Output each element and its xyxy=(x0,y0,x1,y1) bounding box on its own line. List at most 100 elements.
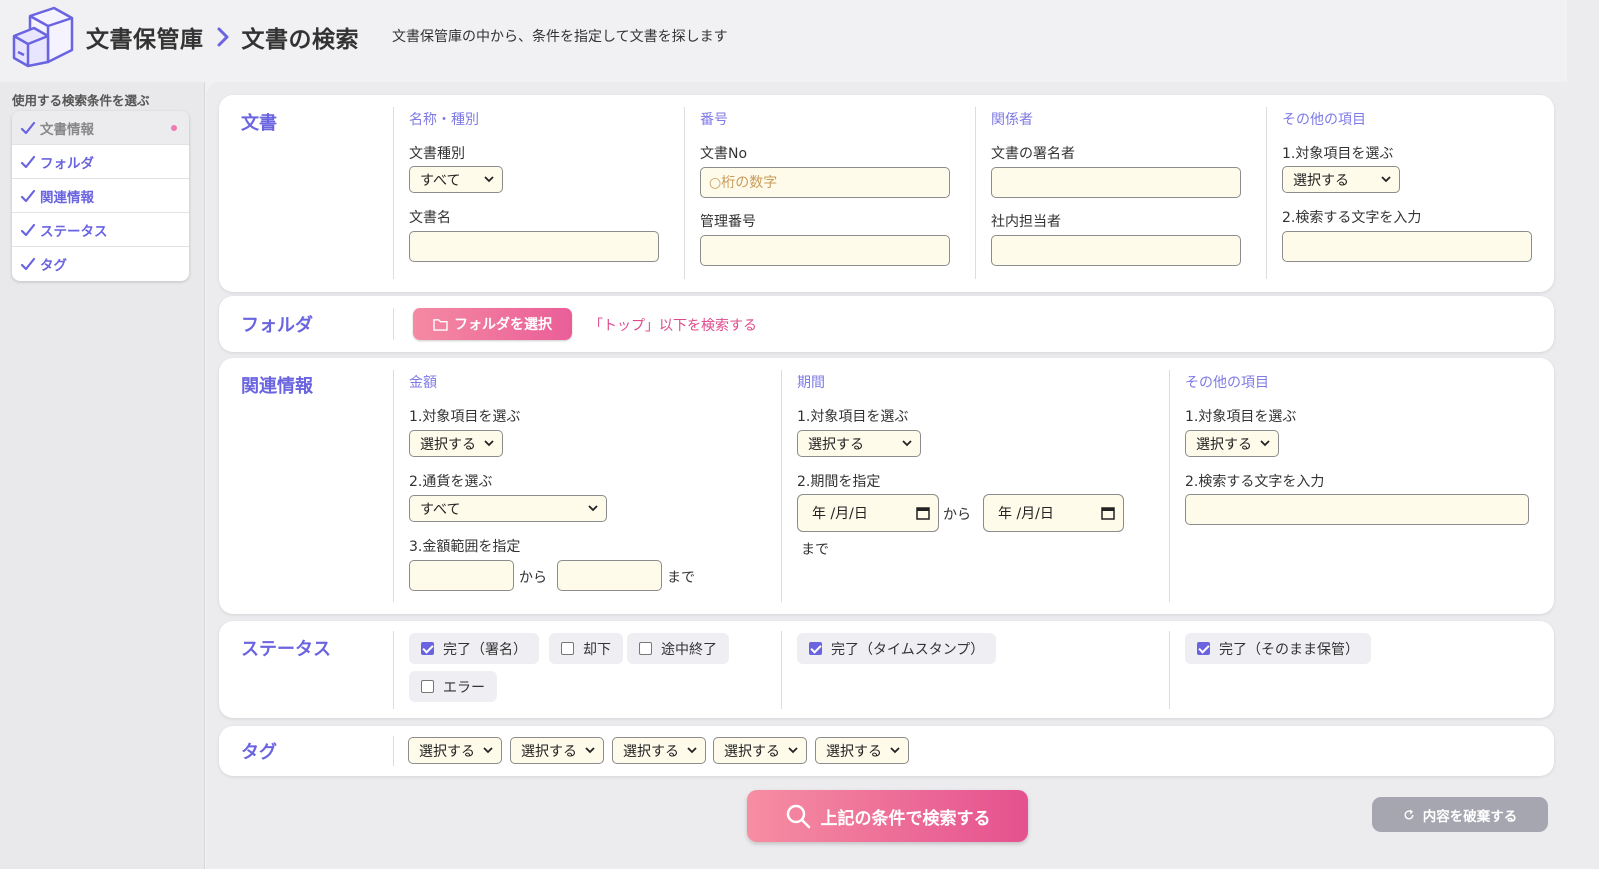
checkbox-icon xyxy=(421,680,434,693)
amount-to-input[interactable] xyxy=(557,560,662,591)
mgmt-number-input[interactable] xyxy=(700,235,950,266)
amount-column: 金額 1.対象項目を選ぶ 選択する 2.通貨を選ぶ すべて 3.金額範囲を指定 … xyxy=(393,370,781,602)
page-title: 文書の検索 xyxy=(241,27,359,53)
search-icon xyxy=(786,804,810,829)
period-column: 期間 1.対象項目を選ぶ 選択する 2.期間を指定 年 /月/日 から 年 /月… xyxy=(781,370,1170,602)
signer-label: 文書の署名者 xyxy=(991,146,1075,162)
sidebar-list: 文書情報 フォルダ 関連情報 ステータス タグ xyxy=(12,111,189,281)
search-form-area: 文書 名称・種別 文書種別 すべて 文書名 番号 文書No 管理番号 関係者 文… xyxy=(206,82,1599,869)
column-title: 期間 xyxy=(797,375,825,391)
status-column-2: 完了（タイムスタンプ） xyxy=(781,631,1170,709)
sidebar-item-label: フォルダ xyxy=(40,155,94,172)
sidebar-item-folder[interactable]: フォルダ xyxy=(12,145,189,179)
section-title: 関連情報 xyxy=(241,376,313,397)
doc-other-text-input[interactable] xyxy=(1282,231,1532,262)
staff-input[interactable] xyxy=(991,235,1241,266)
checkbox-icon xyxy=(561,642,574,655)
step2-label: 2.検索する文字を入力 xyxy=(1185,474,1325,490)
doc-no-input[interactable] xyxy=(700,167,950,198)
name-type-column: 名称・種別 文書種別 すべて 文書名 xyxy=(393,107,684,279)
chevron-down-icon xyxy=(1381,176,1391,183)
doc-name-input[interactable] xyxy=(409,231,659,262)
number-column: 番号 文書No 管理番号 xyxy=(684,107,976,279)
scrollbar-track[interactable] xyxy=(1567,0,1599,869)
section-title: 文書 xyxy=(241,113,277,134)
related-info-section: 関連情報 金額 1.対象項目を選ぶ 選択する 2.通貨を選ぶ すべて 3.金額範… xyxy=(219,358,1554,614)
chevron-down-icon xyxy=(585,747,595,754)
refresh-icon xyxy=(1404,809,1414,819)
signer-input[interactable] xyxy=(991,167,1241,198)
section-title: タグ xyxy=(241,742,277,763)
chevron-right-icon xyxy=(217,27,228,47)
from-text: から xyxy=(943,507,971,523)
sidebar-item-related-info[interactable]: 関連情報 xyxy=(12,179,189,213)
column-title: 金額 xyxy=(409,375,437,391)
sidebar-item-label: ステータス xyxy=(40,223,108,240)
related-other-text-input[interactable] xyxy=(1185,494,1529,525)
divider xyxy=(393,308,394,340)
tag-select-1[interactable]: 選択する xyxy=(408,737,502,764)
step1-label: 1.対象項目を選ぶ xyxy=(797,409,909,425)
status-rejected-checkbox[interactable]: 却下 xyxy=(549,633,623,664)
tag-select-3[interactable]: 選択する xyxy=(612,737,706,764)
chevron-down-icon xyxy=(484,440,494,447)
sidebar-item-status[interactable]: ステータス xyxy=(12,213,189,247)
checkbox-checked-icon xyxy=(421,642,434,655)
step1-label: 1.対象項目を選ぶ xyxy=(1282,146,1394,162)
tag-select-2[interactable]: 選択する xyxy=(510,737,604,764)
doc-type-select[interactable]: すべて xyxy=(409,166,503,193)
calendar-icon[interactable] xyxy=(916,506,930,520)
status-signed-checkbox[interactable]: 完了（署名） xyxy=(409,633,539,664)
check-icon xyxy=(20,189,36,202)
currency-select[interactable]: すべて xyxy=(409,495,607,522)
tag-select-5[interactable]: 選択する xyxy=(815,737,909,764)
step1-label: 1.対象項目を選ぶ xyxy=(409,409,521,425)
chevron-down-icon xyxy=(902,440,912,447)
breadcrumb-archive[interactable]: 文書保管庫 xyxy=(86,20,204,54)
staff-label: 社内担当者 xyxy=(991,214,1061,230)
search-button[interactable]: 上記の条件で検索する xyxy=(747,790,1028,842)
date-from-input[interactable]: 年 /月/日 xyxy=(797,494,939,532)
chevron-down-icon xyxy=(890,747,900,754)
step2-label: 2.期間を指定 xyxy=(797,474,881,490)
chevron-down-icon xyxy=(687,747,697,754)
divider xyxy=(393,736,394,766)
doc-other-column: その他の項目 1.対象項目を選ぶ 選択する 2.検索する文字を入力 xyxy=(1266,107,1546,279)
column-title: 番号 xyxy=(700,112,728,128)
chevron-down-icon xyxy=(588,505,598,512)
section-title: ステータス xyxy=(241,639,331,660)
tag-select-4[interactable]: 選択する xyxy=(713,737,807,764)
status-section: ステータス 完了（署名） 却下 途中終了 エラー 完了（タイムスタンプ） 完了（… xyxy=(219,621,1554,718)
sidebar-item-label: 文書情報 xyxy=(40,121,94,138)
sidebar: 使用する検索条件を選ぶ 文書情報 フォルダ 関連情報 ステータス タグ xyxy=(0,82,205,869)
doc-other-item-select[interactable]: 選択する xyxy=(1282,166,1400,193)
doc-no-label: 文書No xyxy=(700,146,748,162)
amount-from-input[interactable] xyxy=(409,560,514,591)
status-stored-checkbox[interactable]: 完了（そのまま保管） xyxy=(1185,633,1371,664)
from-text: から xyxy=(519,570,547,586)
breadcrumb: 文書保管庫 文書の検索 xyxy=(86,20,359,54)
folder-icon xyxy=(433,318,448,331)
chevron-down-icon xyxy=(483,747,493,754)
step1-label: 1.対象項目を選ぶ xyxy=(1185,409,1297,425)
status-timestamp-checkbox[interactable]: 完了（タイムスタンプ） xyxy=(797,633,997,664)
related-other-item-select[interactable]: 選択する xyxy=(1185,430,1279,457)
sidebar-item-tag[interactable]: タグ xyxy=(12,247,189,281)
calendar-icon[interactable] xyxy=(1101,506,1115,520)
column-title: その他の項目 xyxy=(1282,112,1366,128)
period-item-select[interactable]: 選択する xyxy=(797,430,921,457)
sidebar-item-document-info[interactable]: 文書情報 xyxy=(12,111,189,145)
mgmt-number-label: 管理番号 xyxy=(700,214,756,230)
step2-label: 2.検索する文字を入力 xyxy=(1282,210,1422,226)
doc-name-label: 文書名 xyxy=(409,210,451,226)
status-aborted-checkbox[interactable]: 途中終了 xyxy=(627,633,729,664)
select-folder-button[interactable]: フォルダを選択 xyxy=(413,308,572,340)
tag-section: タグ 選択する 選択する 選択する 選択する 選択する xyxy=(219,726,1554,776)
to-text: まで xyxy=(667,570,695,586)
amount-item-select[interactable]: 選択する xyxy=(409,430,503,457)
status-error-checkbox[interactable]: エラー xyxy=(409,671,497,702)
discard-button[interactable]: 内容を破棄する xyxy=(1372,797,1548,832)
date-to-input[interactable]: 年 /月/日 xyxy=(983,494,1124,532)
checkbox-checked-icon xyxy=(1197,642,1210,655)
doc-type-label: 文書種別 xyxy=(409,146,465,162)
